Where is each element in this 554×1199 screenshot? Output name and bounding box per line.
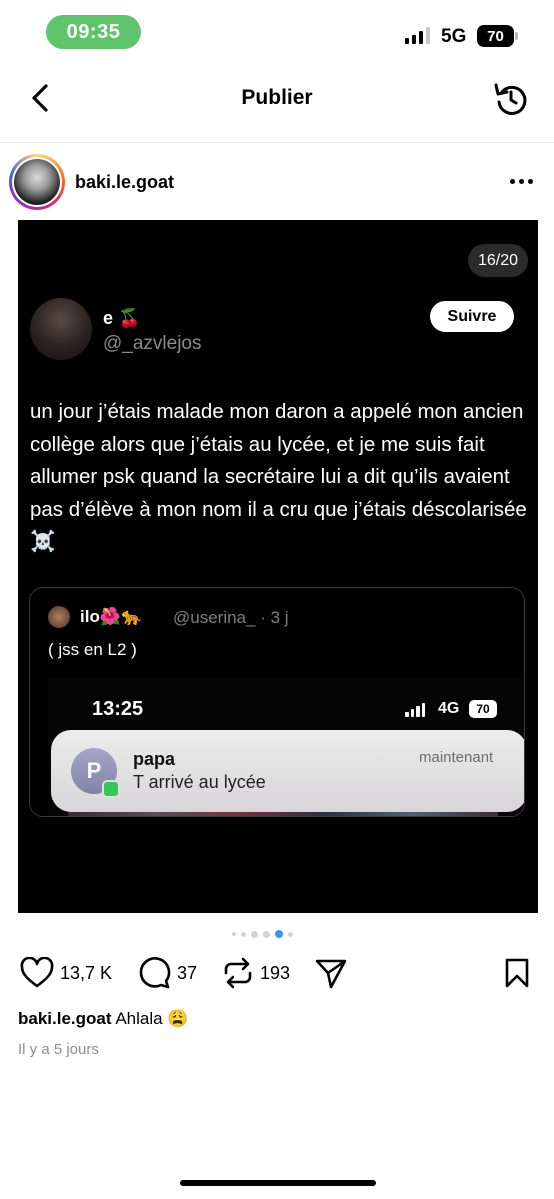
avatar-image	[14, 159, 60, 205]
comment-icon	[139, 957, 171, 989]
page-title: Publier	[241, 86, 313, 109]
caption-text: Ahlala 😩	[115, 1009, 189, 1028]
tweet-avatar	[30, 298, 92, 360]
post-timestamp: Il y a 5 jours	[18, 1041, 99, 1058]
battery-tip	[515, 32, 518, 40]
carousel-dot-active	[275, 930, 283, 938]
repost-count: 193	[260, 962, 291, 983]
heart-icon	[20, 957, 54, 988]
author-username[interactable]: baki.le.goat	[75, 172, 174, 193]
repost-button[interactable]: 193	[222, 954, 290, 992]
tweet-author-handle: @_azvlejos	[103, 333, 202, 354]
more-horizontal-icon[interactable]	[510, 174, 536, 188]
quote-author-name: ilo🌺🐆	[80, 607, 143, 626]
caption-username[interactable]: baki.le.goat	[18, 1009, 112, 1028]
notification-banner: P papa T arrivé au lycée maintenant	[51, 730, 524, 812]
status-bar: 09:35 5G 70	[0, 0, 554, 60]
top-nav-bar: Publier	[0, 64, 554, 134]
quote-author-meta: @userina_ · 3 j	[173, 608, 289, 627]
bookmark-icon	[505, 958, 529, 988]
avatar[interactable]	[9, 154, 65, 210]
share-button[interactable]	[314, 954, 348, 992]
battery-icon: 70	[477, 25, 514, 47]
notification-sender: papa	[133, 749, 176, 769]
quote-screenshot: 13:25 4G 70 P papa T arrivé au lycée mai…	[48, 678, 524, 816]
post-caption: baki.le.goat Ahlala 😩	[18, 1009, 188, 1029]
network-type: 5G	[441, 26, 467, 47]
comment-count: 37	[177, 962, 198, 983]
send-icon	[315, 959, 347, 989]
quote-avatar	[48, 606, 70, 628]
refresh-icon[interactable]	[492, 80, 530, 118]
post-image[interactable]: 16/20 e 🍒 @_azvlejos Suivre un jour j’ét…	[18, 220, 538, 913]
tweet-author-name: e 🍒	[103, 308, 141, 328]
carousel-dot	[251, 930, 258, 938]
follow-button: Suivre	[430, 301, 514, 332]
post-author-row: baki.le.goat	[0, 146, 554, 218]
status-time: 09:35	[46, 15, 141, 49]
header-divider	[0, 142, 554, 143]
home-indicator[interactable]	[180, 1180, 376, 1186]
screenshot-signal-icon	[405, 702, 425, 717]
like-count: 13,7 K	[60, 962, 113, 983]
slide-counter: 16/20	[468, 244, 528, 277]
screenshot-network: 4G	[438, 700, 460, 717]
notification-message: T arrivé au lycée	[133, 772, 266, 792]
carousel-indicator	[232, 930, 293, 938]
post-actions: 13,7 K 37 193	[0, 954, 554, 994]
like-button[interactable]: 13,7 K	[20, 954, 112, 992]
carousel-dot	[232, 932, 236, 936]
comment-button[interactable]: 37	[137, 954, 197, 992]
save-button[interactable]	[504, 954, 530, 992]
notification-time: maintenant	[419, 749, 494, 766]
quoted-tweet: ilo🌺🐆 @userina_ · 3 j ( jss en L2 ) 13:2…	[29, 587, 525, 817]
carousel-dot	[263, 930, 270, 938]
carousel-dot	[241, 931, 246, 937]
quote-text: ( jss en L2 )	[48, 640, 137, 659]
repost-icon	[224, 957, 252, 989]
screenshot-battery-icon: 70	[469, 700, 497, 718]
messages-app-icon	[102, 780, 120, 798]
signal-icon	[405, 26, 430, 44]
carousel-dot	[288, 931, 293, 937]
tweet-text: un jour j’étais malade mon daron a appel…	[30, 400, 527, 553]
screenshot-time: 13:25	[92, 698, 144, 720]
